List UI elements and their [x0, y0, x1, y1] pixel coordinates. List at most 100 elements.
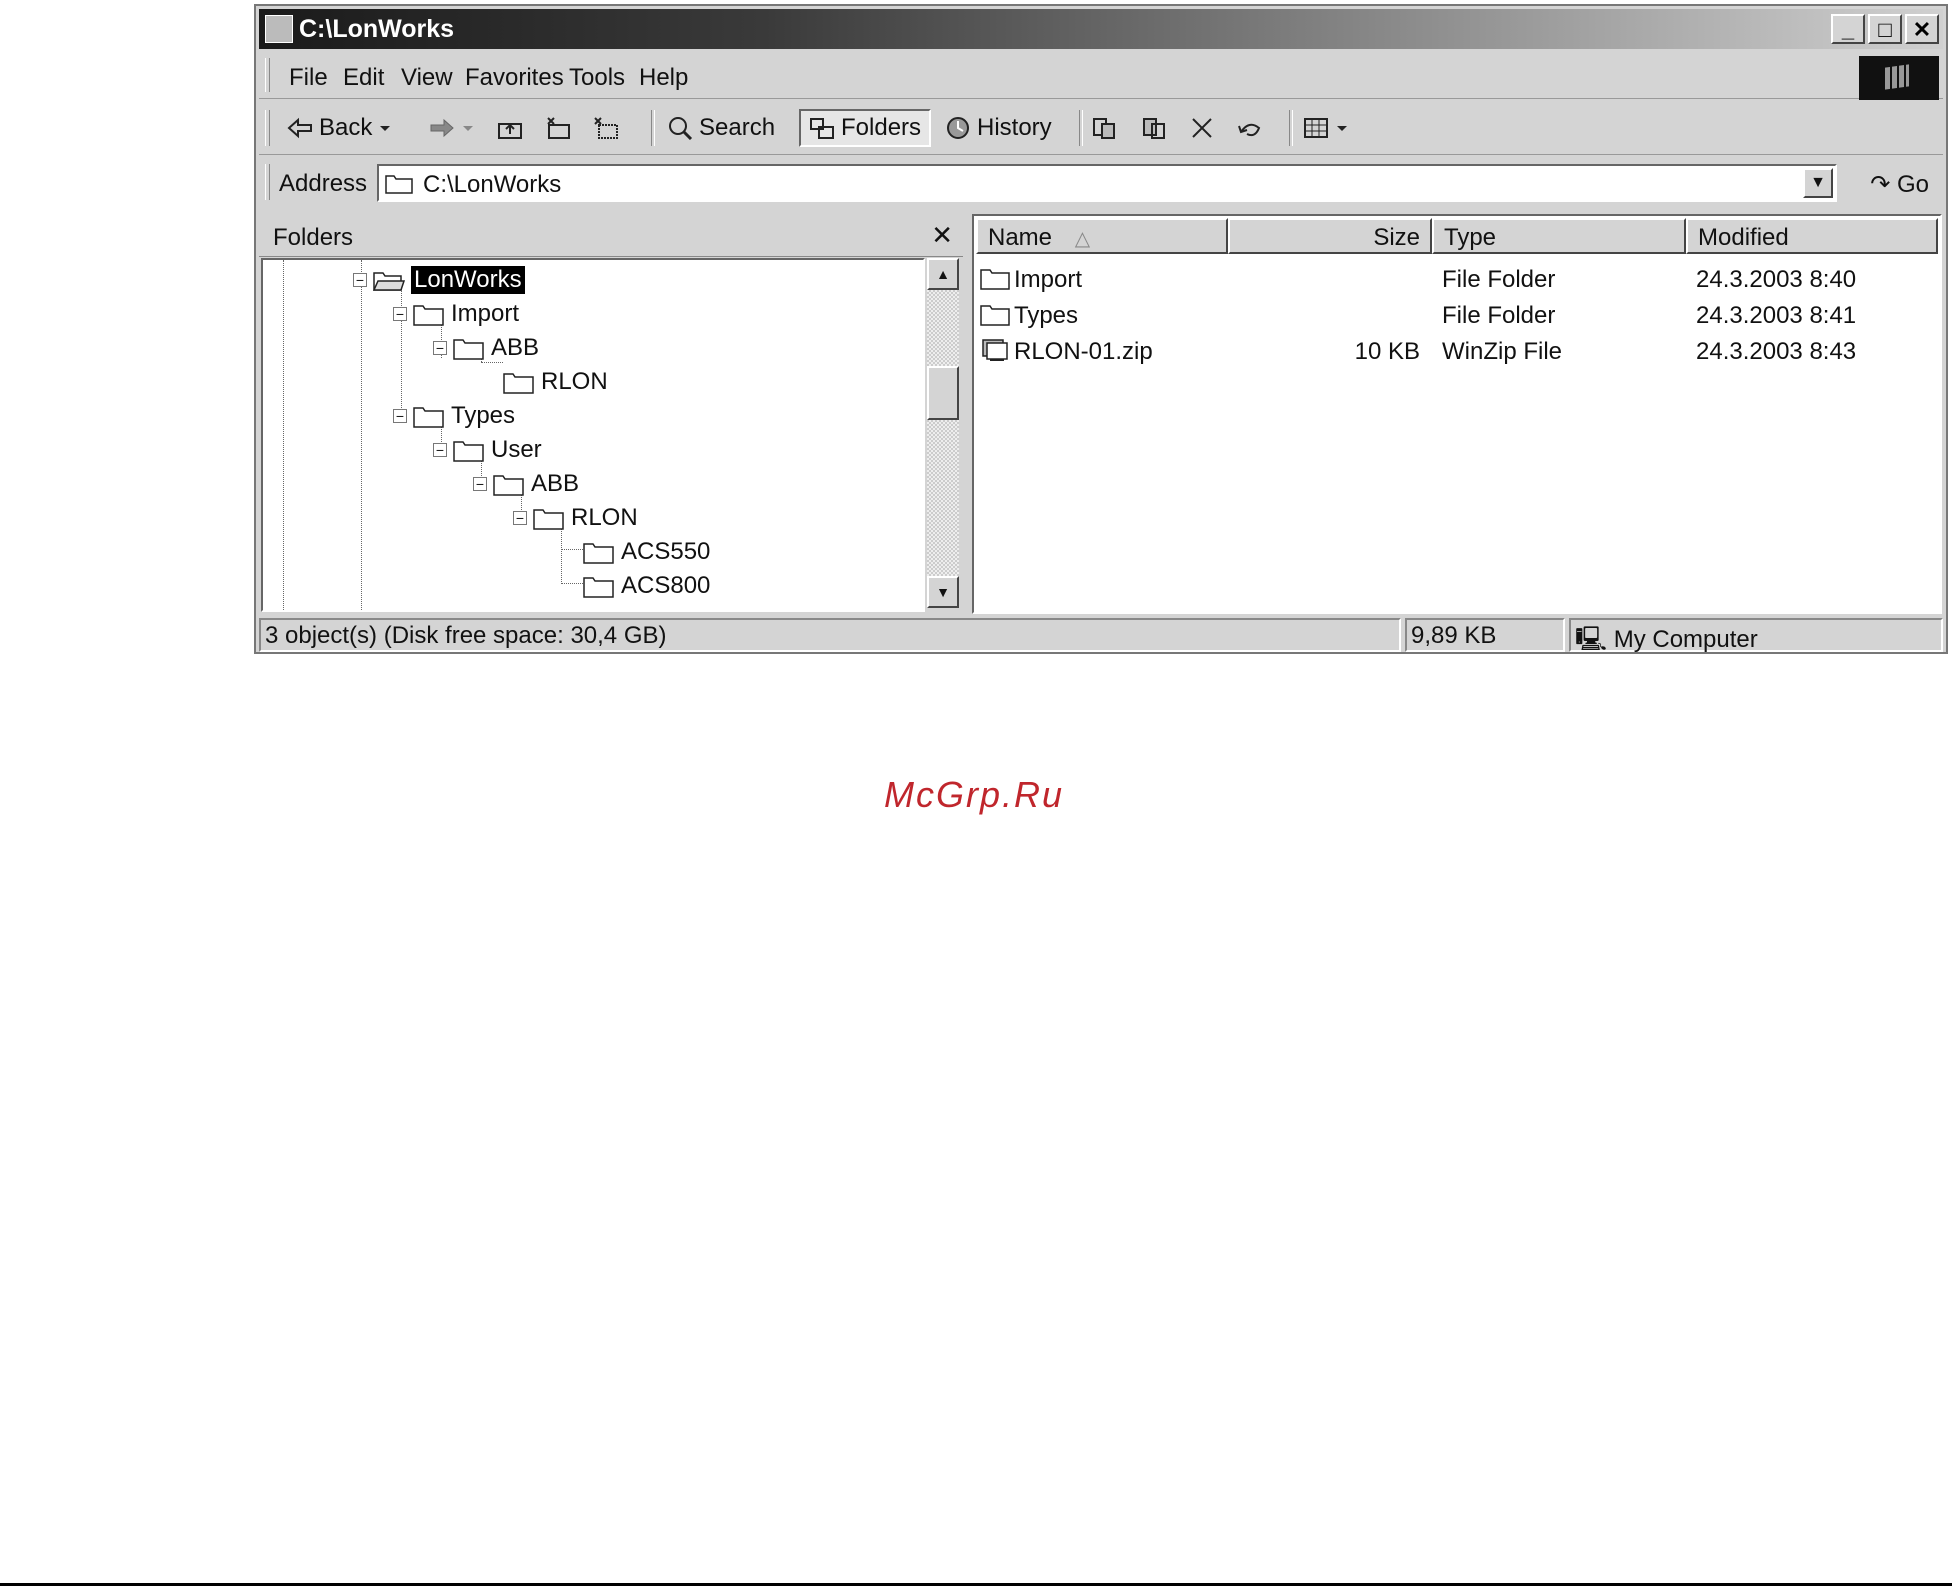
tree-guide-line: [561, 583, 583, 584]
maximize-button[interactable]: □: [1868, 14, 1902, 44]
folder-delete-icon: [594, 117, 618, 139]
folder-icon: [533, 509, 564, 530]
tree-node-abb[interactable]: − ABB: [433, 332, 539, 364]
collapse-icon[interactable]: −: [393, 409, 407, 423]
address-input[interactable]: C:\LonWorks ▼: [377, 164, 1837, 202]
menu-view[interactable]: View: [401, 64, 453, 92]
column-header-size[interactable]: Size: [1228, 218, 1432, 254]
go-button[interactable]: ↷ Go: [1870, 170, 1929, 199]
go-label: Go: [1896, 171, 1929, 198]
folder-icon: [413, 407, 444, 428]
sort-ascending-icon: △: [1074, 228, 1091, 250]
file-type: File Folder: [1442, 266, 1556, 293]
tree-label: ACS550: [621, 538, 711, 565]
scroll-down-button[interactable]: ▼: [927, 576, 959, 608]
menubar-grip[interactable]: [265, 58, 270, 92]
delete-button[interactable]: [1189, 109, 1215, 147]
status-bar: 3 object(s) (Disk free space: 30,4 GB) 9…: [259, 618, 1943, 653]
window-title: C:\LonWorks: [299, 15, 455, 43]
go-arrow-icon: ↷: [1870, 171, 1891, 198]
tree-node-lonworks[interactable]: − LonWorks: [353, 264, 525, 296]
tree-node-rlon[interactable]: − RLON: [513, 502, 638, 534]
file-name: RLON-01.zip: [1014, 338, 1153, 365]
tree-node-user[interactable]: − User: [433, 434, 542, 466]
status-zone-label: My Computer: [1613, 626, 1758, 653]
status-size: 9,89 KB: [1405, 618, 1565, 652]
column-header-name[interactable]: Name △: [976, 218, 1228, 254]
folder-tree[interactable]: − LonWorks − Import − ABB RLON − Types −…: [261, 258, 925, 612]
menu-edit[interactable]: Edit: [343, 64, 384, 92]
move-to-folder-button[interactable]: [545, 109, 571, 147]
folders-label: Folders: [841, 114, 922, 141]
forward-dropdown-icon[interactable]: [461, 116, 475, 140]
menu-help[interactable]: Help: [639, 64, 688, 92]
tree-node-rlon[interactable]: RLON: [503, 366, 608, 398]
column-header-type[interactable]: Type: [1432, 218, 1686, 254]
collapse-icon[interactable]: −: [473, 477, 487, 491]
close-folders-pane-icon[interactable]: ✕: [931, 220, 953, 251]
tree-label: Import: [451, 300, 520, 327]
status-zone: 🖳 My Computer: [1569, 618, 1943, 653]
delete-folder-button[interactable]: [593, 109, 619, 147]
tree-label: ACS800: [621, 572, 711, 599]
back-dropdown-icon[interactable]: [378, 116, 392, 140]
file-type: File Folder: [1442, 302, 1556, 329]
views-grid-icon: [1304, 118, 1328, 138]
undo-icon: [1238, 123, 1261, 137]
collapse-icon[interactable]: −: [353, 273, 367, 287]
list-item[interactable]: Types File Folder 24.3.2003 8:41: [974, 298, 1940, 334]
tree-node-acs550[interactable]: ACS550: [583, 536, 710, 568]
collapse-icon[interactable]: −: [433, 341, 447, 355]
tree-node-types[interactable]: − Types: [393, 400, 515, 432]
list-item[interactable]: RLON-01.zip 10 KB WinZip File 24.3.2003 …: [974, 334, 1940, 370]
tree-guide-line: [561, 549, 583, 550]
tree-guide-line: [361, 260, 362, 610]
collapse-icon[interactable]: −: [393, 307, 407, 321]
file-list[interactable]: Name △ Size Type Modified Import File Fo…: [972, 214, 1942, 614]
tree-node-acs800[interactable]: ACS800: [583, 570, 710, 602]
folders-pane-title: Folders: [273, 224, 354, 251]
tree-label: ABB: [531, 470, 580, 497]
undo-button[interactable]: [1237, 109, 1263, 147]
copy-to-button[interactable]: [1141, 109, 1167, 147]
page-bottom-rule: [0, 1583, 1952, 1586]
address-dropdown-button[interactable]: ▼: [1803, 168, 1833, 198]
close-button[interactable]: ✕: [1905, 14, 1939, 44]
tree-node-import[interactable]: − Import: [393, 298, 519, 330]
list-item[interactable]: Import File Folder 24.3.2003 8:40: [974, 262, 1940, 298]
file-size: 10 KB: [1354, 338, 1420, 365]
minimize-button[interactable]: _: [1831, 14, 1865, 44]
up-folder-button[interactable]: [497, 109, 523, 147]
toolbar-grip[interactable]: [265, 110, 270, 146]
folder-icon: [453, 339, 484, 360]
move-to-button[interactable]: [1091, 109, 1117, 147]
scroll-up-button[interactable]: ▲: [927, 258, 959, 290]
address-bar: Address C:\LonWorks ▼ ↷ Go: [259, 156, 1943, 208]
collapse-icon[interactable]: −: [433, 443, 447, 457]
folder-tree-scrollbar[interactable]: ▲ ▼: [927, 258, 959, 608]
search-icon: [669, 117, 693, 140]
open-folder-icon: [373, 272, 405, 291]
collapse-icon[interactable]: −: [513, 511, 527, 525]
folder-icon: [453, 441, 484, 462]
title-bar[interactable]: C:\LonWorks _ □ ✕: [259, 9, 1943, 49]
folders-button[interactable]: Folders: [799, 109, 932, 147]
search-label: Search: [699, 114, 776, 141]
scroll-thumb[interactable]: [927, 366, 959, 420]
forward-button[interactable]: [429, 109, 475, 147]
tree-node-abb[interactable]: − ABB: [473, 468, 579, 500]
address-grip[interactable]: [265, 164, 270, 200]
menu-favorites[interactable]: Favorites: [465, 64, 564, 92]
history-button[interactable]: History: [945, 109, 1052, 147]
menu-tools[interactable]: Tools: [569, 64, 625, 92]
back-button[interactable]: Back: [287, 109, 392, 147]
explorer-window-icon: [265, 15, 293, 43]
views-button[interactable]: [1303, 109, 1349, 147]
menu-file[interactable]: File: [289, 64, 328, 92]
folder-icon: [980, 305, 1010, 326]
views-dropdown-icon[interactable]: [1335, 116, 1349, 140]
folder-icon: [980, 269, 1010, 290]
search-button[interactable]: Search: [667, 109, 775, 147]
column-header-modified[interactable]: Modified: [1686, 218, 1938, 254]
folder-star-icon: [547, 117, 570, 139]
